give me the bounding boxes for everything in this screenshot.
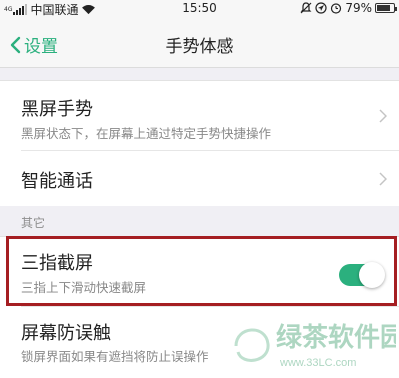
alarm-icon — [331, 3, 342, 14]
mute-icon — [300, 2, 312, 14]
settings-row-smart-call[interactable]: 智能通话 — [0, 151, 399, 206]
chevron-right-icon — [379, 109, 387, 123]
row-title: 屏幕防误触 — [21, 323, 111, 344]
chevron-right-icon — [379, 172, 387, 186]
section-header-other: 其它 — [21, 216, 46, 230]
row-title: 三指截屏 — [21, 253, 93, 274]
toggle-knob — [359, 262, 385, 288]
three-finger-screenshot-toggle[interactable] — [339, 262, 385, 288]
battery-icon — [375, 3, 397, 13]
row-title: 智能通话 — [21, 171, 93, 192]
location-icon — [315, 2, 327, 14]
settings-group-other: 三指截屏 三指上下滑动快速截屏 屏幕防误触 锁屏界面如果有遮挡将防止误操作 — [0, 236, 399, 378]
row-subtitle: 锁屏界面如果有遮挡将防止误操作 — [21, 349, 209, 364]
battery-level — [377, 5, 390, 11]
row-subtitle: 黑屏状态下，在屏幕上通过特定手势快捷操作 — [21, 126, 272, 141]
page-title: 手势体感 — [165, 37, 234, 57]
row-subtitle: 三指上下滑动快速截屏 — [21, 280, 147, 295]
status-right: 79% — [300, 1, 397, 15]
navigation-bar: 设置 手势体感 — [0, 18, 399, 68]
status-bar: 4G 中国联通 15:50 79% — [0, 0, 399, 18]
settings-row-accidental-touch[interactable]: 屏幕防误触 锁屏界面如果有遮挡将防止误操作 — [0, 307, 399, 378]
settings-group-gestures: 黑屏手势 黑屏状态下，在屏幕上通过特定手势快捷操作 智能通话 — [0, 80, 399, 206]
battery-percent: 79% — [345, 1, 372, 15]
row-title: 黑屏手势 — [21, 99, 93, 120]
settings-row-three-finger-screenshot[interactable]: 三指截屏 三指上下滑动快速截屏 — [0, 237, 399, 307]
settings-row-black-screen-gesture[interactable]: 黑屏手势 黑屏状态下，在屏幕上通过特定手势快捷操作 — [0, 81, 399, 151]
